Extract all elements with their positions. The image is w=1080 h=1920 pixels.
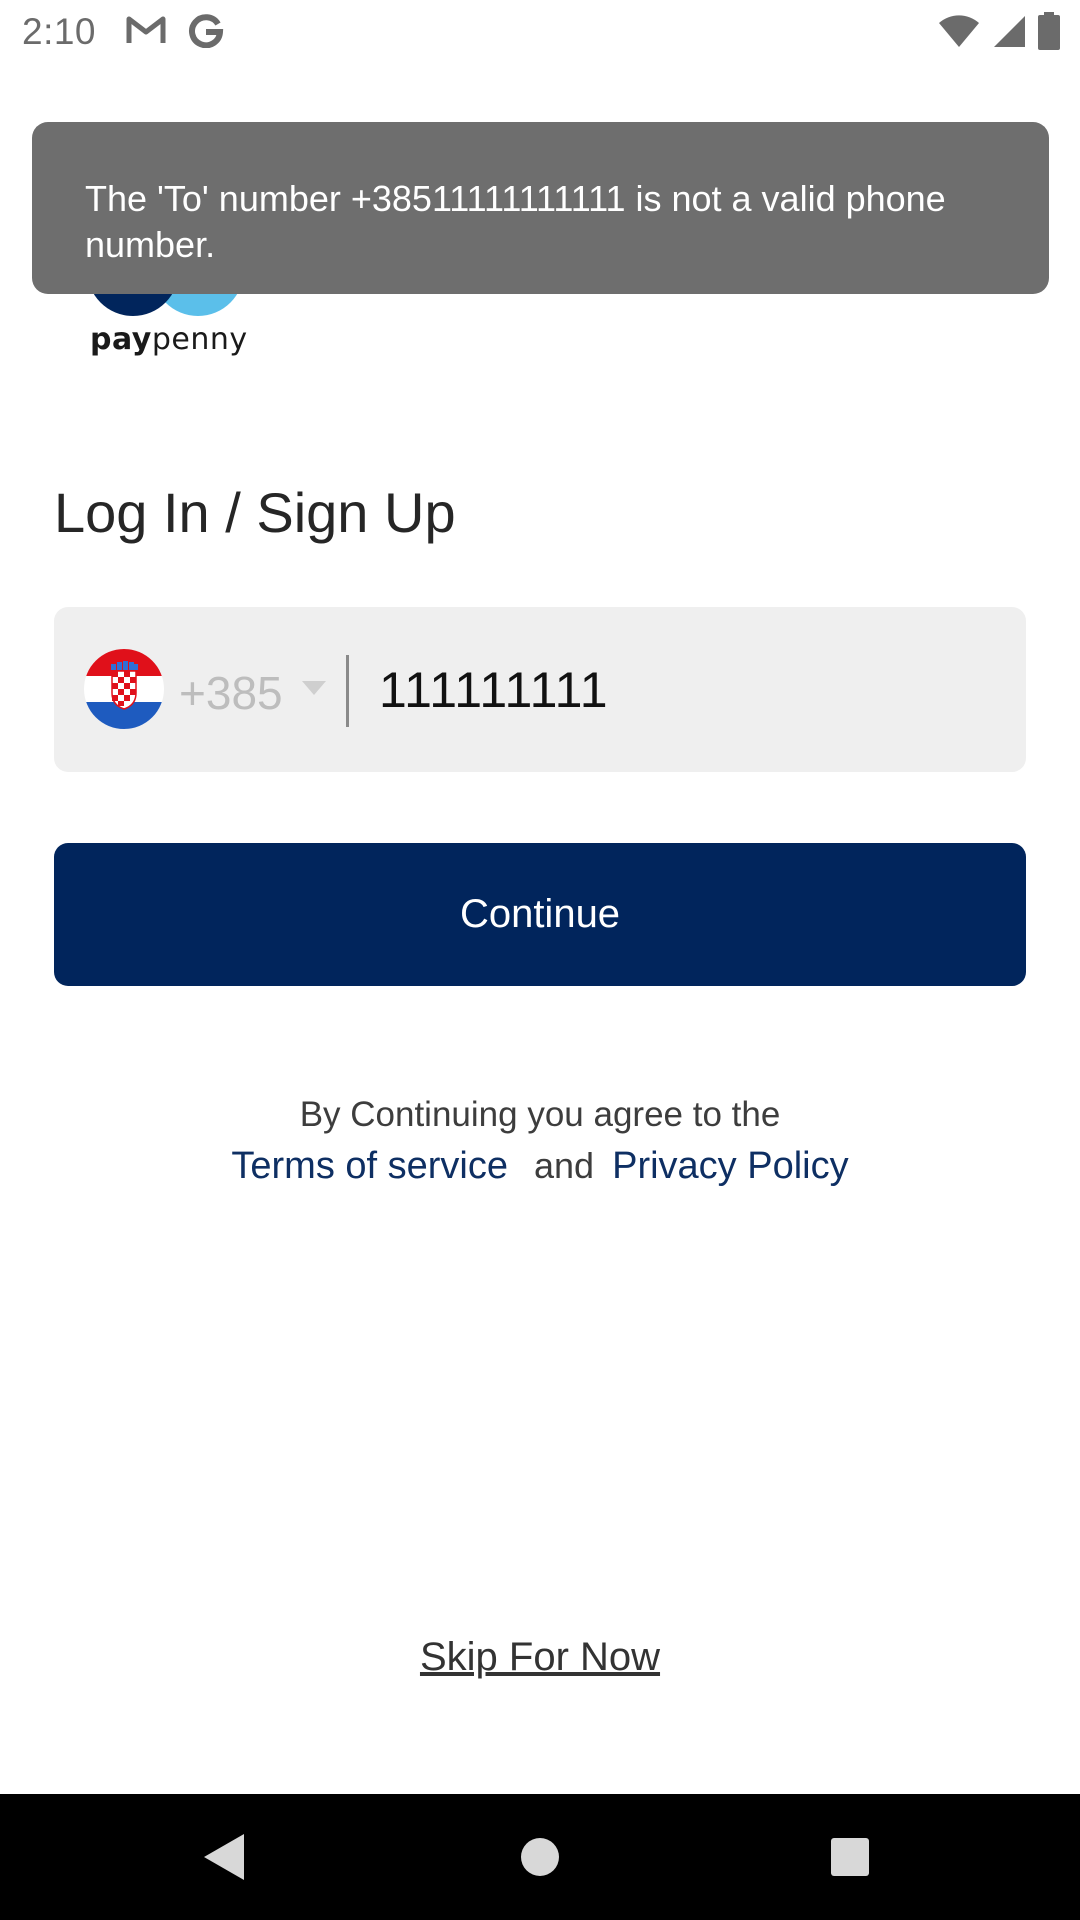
recents-icon[interactable] bbox=[815, 1822, 885, 1892]
chevron-down-icon[interactable] bbox=[302, 681, 326, 695]
croatia-flag-icon[interactable] bbox=[84, 649, 164, 729]
terms-intro: By Continuing you agree to the bbox=[299, 1095, 781, 1134]
phone-field: +385 bbox=[54, 607, 1026, 772]
continue-button[interactable]: Continue bbox=[54, 843, 1026, 986]
status-right-icons bbox=[938, 12, 1060, 55]
home-icon[interactable] bbox=[505, 1822, 575, 1892]
wifi-icon bbox=[938, 14, 980, 53]
terms-and: and bbox=[534, 1145, 595, 1186]
phone-number-input[interactable] bbox=[379, 657, 999, 723]
battery-icon bbox=[1038, 12, 1060, 55]
logo-text-bold: pay bbox=[90, 322, 152, 357]
logo-wordmark: paypenny bbox=[90, 322, 248, 357]
google-icon bbox=[188, 12, 224, 53]
back-icon[interactable] bbox=[190, 1822, 260, 1892]
status-left-icons bbox=[126, 12, 224, 53]
screen: 2:10 paypenny The 'To' number +385111111… bbox=[0, 0, 1080, 1920]
terms-of-service-link[interactable]: Terms of service bbox=[231, 1145, 508, 1187]
page-title: Log In / Sign Up bbox=[54, 481, 456, 544]
status-bar: 2:10 bbox=[0, 0, 1080, 64]
status-time: 2:10 bbox=[22, 11, 97, 52]
field-divider bbox=[346, 655, 349, 727]
navigation-bar bbox=[0, 1794, 1080, 1920]
toast-message: The 'To' number +38511111111111 is not a… bbox=[85, 178, 946, 265]
privacy-policy-link[interactable]: Privacy Policy bbox=[612, 1145, 849, 1187]
signal-icon bbox=[992, 14, 1026, 53]
skip-for-now-link[interactable]: Skip For Now bbox=[0, 1635, 1080, 1680]
country-code[interactable]: +385 bbox=[179, 666, 283, 720]
gmail-icon bbox=[126, 15, 166, 50]
logo-text-regular: penny bbox=[151, 322, 248, 357]
terms-links: Terms of service and Privacy Policy bbox=[0, 1145, 1080, 1188]
error-toast: The 'To' number +38511111111111 is not a… bbox=[32, 122, 1049, 294]
